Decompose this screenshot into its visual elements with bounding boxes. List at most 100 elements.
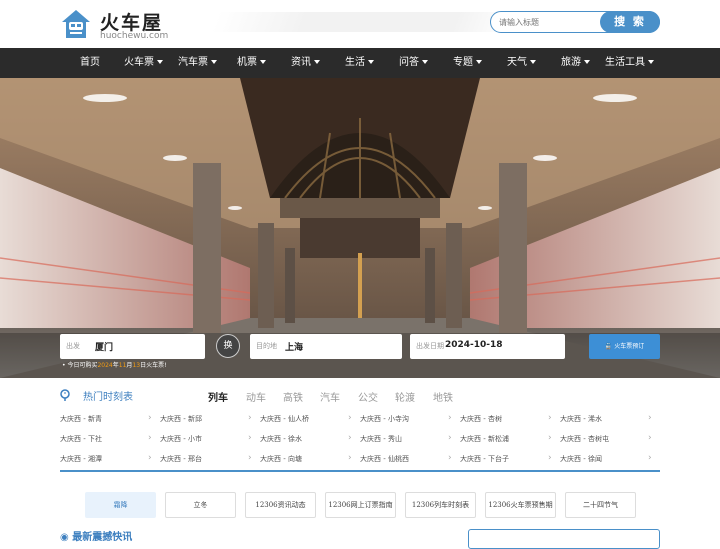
nav-label: 首页	[80, 57, 100, 68]
search-button[interactable]: 搜 索	[600, 11, 660, 33]
caret-down-icon	[422, 60, 428, 64]
nav-item-qa[interactable]: 问答	[399, 48, 428, 78]
route-link[interactable]: 大庆西 - 新青	[60, 414, 102, 424]
route-link[interactable]: 大庆西 - 仙人桥	[260, 414, 309, 424]
caret-down-icon	[530, 60, 536, 64]
tab-city-bus[interactable]: 公交	[358, 389, 378, 404]
to-station-field[interactable]: 目的地 上海	[250, 334, 402, 359]
nav-item-life[interactable]: 生活	[345, 48, 374, 78]
tab-ferry[interactable]: 轮渡	[395, 389, 415, 404]
nav-item-weather[interactable]: 天气	[507, 48, 536, 78]
route-link[interactable]: 大庆西 - 小寺沟	[360, 414, 409, 424]
from-value: 厦门	[95, 343, 114, 353]
chevron-right-icon: ›	[348, 453, 352, 463]
site-logo[interactable]: 火车屋 huochewu.com	[60, 8, 170, 42]
route-link[interactable]: 大庆西 - 小市	[160, 434, 202, 444]
caret-down-icon	[157, 60, 163, 64]
chevron-right-icon: ›	[148, 413, 152, 423]
quick-link-12306-presale[interactable]: 12306火车票预售期	[485, 492, 556, 518]
quick-link-12306-news[interactable]: 12306资讯动态	[245, 492, 316, 518]
route-link[interactable]: 大庆西 - 浠水	[560, 414, 602, 424]
nav-label: 问答	[399, 57, 419, 68]
tab-bus[interactable]: 汽车	[320, 389, 340, 404]
chevron-right-icon: ›	[548, 433, 552, 443]
book-train-ticket-button[interactable]: 🚆 火车票预订	[589, 334, 660, 359]
brand-subtitle: huochewu.com	[100, 31, 169, 41]
bullet-icon: •	[62, 362, 66, 369]
site-header: 火车屋 huochewu.com 搜 索	[0, 0, 720, 48]
chevron-right-icon: ›	[648, 413, 652, 423]
chevron-right-icon: ›	[248, 433, 252, 443]
route-link[interactable]: 大庆西 - 杏树屯	[560, 434, 609, 444]
section-divider	[60, 470, 660, 472]
chevron-right-icon: ›	[348, 413, 352, 423]
purchase-notice: • 今日可购买2024年11月13日火车票!	[62, 360, 166, 369]
main-nav: 首页 火车票 汽车票 机票 资讯 生活 问答 专题 天气 旅游 生活工具	[0, 48, 720, 78]
quick-link-solar-terms[interactable]: 二十四节气	[565, 492, 636, 518]
route-link[interactable]: 大庆西 - 徐闻	[560, 454, 602, 464]
news-icon: ◉	[60, 532, 69, 543]
nav-item-travel[interactable]: 旅游	[561, 48, 590, 78]
nav-item-bus-tickets[interactable]: 汽车票	[178, 48, 217, 78]
chevron-right-icon: ›	[448, 453, 452, 463]
from-station-field[interactable]: 出发 厦门	[60, 334, 205, 359]
route-link[interactable]: 大庆西 - 徐水	[260, 434, 302, 444]
nav-item-news[interactable]: 资讯	[291, 48, 320, 78]
route-link[interactable]: 大庆西 - 下社	[60, 434, 102, 444]
station-hall-illustration	[0, 78, 720, 378]
train-icon: 🚆	[604, 343, 613, 350]
tab-emu[interactable]: 动车	[246, 389, 266, 404]
quick-link-start-of-winter[interactable]: 立冬	[165, 492, 236, 518]
route-link[interactable]: 大庆西 - 新松浦	[460, 434, 509, 444]
nav-item-flights[interactable]: 机票	[237, 48, 266, 78]
route-link[interactable]: 大庆西 - 秀山	[360, 434, 402, 444]
route-link[interactable]: 大庆西 - 邢台	[160, 454, 202, 464]
route-link[interactable]: 大庆西 - 仙桃西	[360, 454, 409, 464]
nav-item-home[interactable]: 首页	[80, 48, 100, 78]
route-link[interactable]: 大庆西 - 新邱	[160, 414, 202, 424]
nav-item-life-tools[interactable]: 生活工具	[605, 48, 654, 78]
notice-text: 今日可购买	[67, 362, 98, 369]
quick-link-12306-timetable[interactable]: 12306列车时刻表	[405, 492, 476, 518]
chevron-right-icon: ›	[548, 413, 552, 423]
search-input[interactable]	[499, 15, 599, 30]
chevron-right-icon: ›	[248, 453, 252, 463]
chevron-right-icon: ›	[548, 453, 552, 463]
caret-down-icon	[648, 60, 654, 64]
news-title: 最新震撼快讯	[72, 532, 133, 543]
book-button-label: 火车票预订	[614, 343, 645, 350]
nav-label: 资讯	[291, 57, 311, 68]
quick-link-frost-descent[interactable]: 霜降	[85, 492, 156, 518]
notice-year: 2024	[97, 362, 113, 369]
nav-label: 生活工具	[605, 57, 645, 68]
nav-item-train-tickets[interactable]: 火车票	[124, 48, 163, 78]
nav-label: 火车票	[124, 57, 154, 68]
caret-down-icon	[584, 60, 590, 64]
nav-label: 旅游	[561, 57, 581, 68]
departure-date-field[interactable]: 出发日期 2024-10-18	[410, 334, 565, 359]
swap-stations-button[interactable]: 换	[216, 334, 240, 358]
hero-banner-image	[0, 78, 720, 378]
nav-item-topics[interactable]: 专题	[453, 48, 482, 78]
nav-label: 汽车票	[178, 57, 208, 68]
chevron-right-icon: ›	[148, 433, 152, 443]
chevron-right-icon: ›	[648, 453, 652, 463]
tab-high-speed[interactable]: 高铁	[283, 389, 303, 404]
route-link[interactable]: 大庆西 - 向塘	[260, 454, 302, 464]
route-link[interactable]: 大庆西 - 杏树	[460, 414, 502, 424]
chevron-right-icon: ›	[448, 413, 452, 423]
tab-train[interactable]: 列车	[208, 389, 228, 404]
house-train-logo-icon	[62, 10, 90, 38]
nav-label: 机票	[237, 57, 257, 68]
route-link[interactable]: 大庆西 - 下台子	[460, 454, 509, 464]
caret-down-icon	[368, 60, 374, 64]
side-panel-box	[468, 529, 660, 549]
route-link[interactable]: 大庆西 - 湘潭	[60, 454, 102, 464]
nav-label: 专题	[453, 57, 473, 68]
tab-metro[interactable]: 地铁	[433, 389, 453, 404]
quick-link-12306-booking-guide[interactable]: 12306网上订票指南	[325, 492, 396, 518]
section-title: 热门时刻表	[83, 392, 133, 403]
latest-news-heading: ◉ 最新震撼快讯	[60, 528, 132, 543]
to-value: 上海	[285, 343, 304, 353]
from-label: 出发	[66, 342, 80, 350]
